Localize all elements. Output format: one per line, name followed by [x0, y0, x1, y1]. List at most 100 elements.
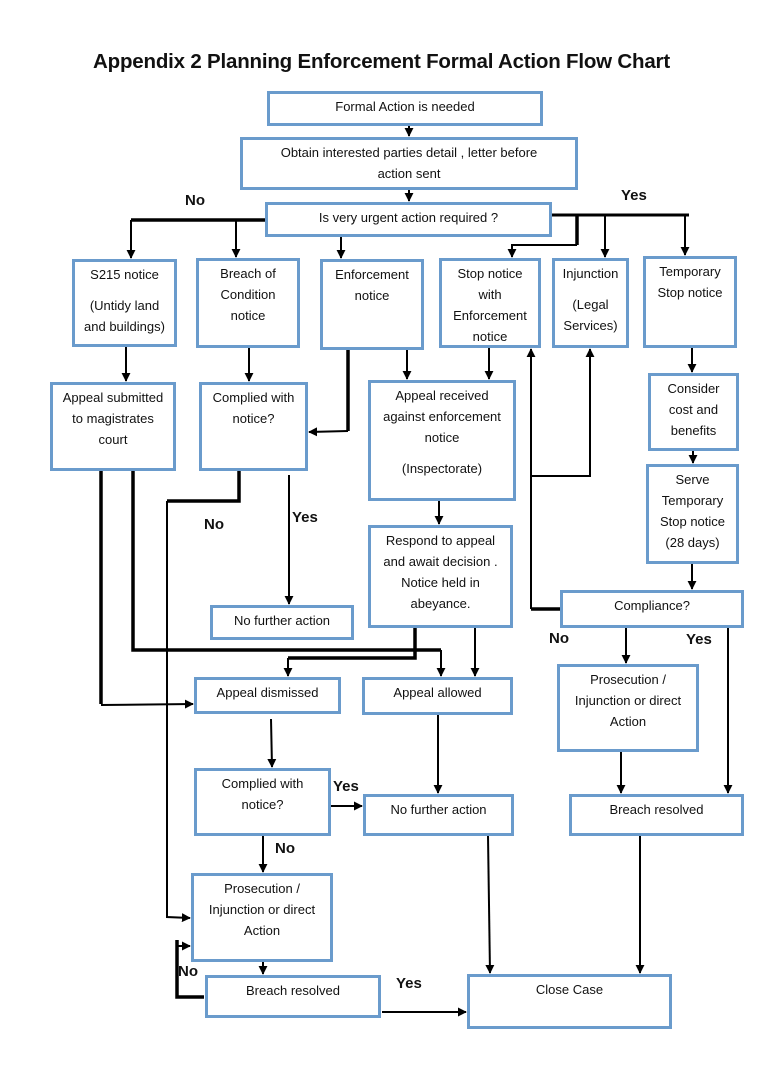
- node-text-line: Enforcement: [335, 267, 409, 282]
- node-text-line: Action: [609, 714, 647, 729]
- node-stop-notice: Stop notice with Enforcement notice: [439, 258, 541, 348]
- node-text-line: Appeal dismissed: [216, 685, 319, 700]
- label-compliance-yes: Yes: [686, 631, 712, 648]
- label-breach-yes: Yes: [396, 975, 422, 992]
- node-temporary-stop: Temporary Stop notice: [643, 256, 737, 348]
- label-complied1-no: No: [204, 516, 224, 533]
- arrow-appeal-mag-to-dismissed: [100, 699, 194, 709]
- node-text-line: No further action: [233, 613, 331, 628]
- label-urgent-no: No: [185, 192, 205, 209]
- node-text-line: Appeal received: [395, 388, 489, 403]
- label-complied1-yes: Yes: [292, 509, 318, 526]
- arrow-dismissed-to-complied2: [267, 718, 277, 768]
- node-no-further-action-2: No further action: [363, 794, 514, 836]
- label-compliance-no: No: [549, 630, 569, 647]
- node-text-line: Stop notice: [457, 266, 523, 281]
- node-text-line: Is very urgent action required ?: [318, 210, 499, 225]
- node-text-line: Action: [243, 923, 281, 938]
- node-text-line: Temporary: [661, 493, 724, 508]
- arrow-enforcement-to-complied1: [308, 427, 349, 437]
- node-text-line: notice?: [232, 411, 275, 426]
- label-urgent-yes: Yes: [621, 187, 647, 204]
- node-appeal-dismissed: Appeal dismissed: [194, 677, 341, 714]
- node-text-line: Injunction or direct: [208, 902, 316, 917]
- node-text-line: notice: [472, 329, 508, 344]
- node-text-line: [371, 448, 513, 458]
- node-text-line: Temporary: [659, 264, 721, 279]
- node-text-line: Compliance?: [614, 598, 690, 613]
- arrow-nfa2-to-close: [485, 835, 495, 974]
- node-text-line: Condition: [220, 287, 276, 302]
- node-text-line: notice?: [241, 797, 284, 812]
- node-text-line: Appeal allowed: [393, 685, 482, 700]
- node-text-line: with: [478, 287, 502, 302]
- node-obtain-parties: Obtain interested parties detail , lette…: [240, 137, 578, 190]
- node-enforcement-notice: Enforcement notice: [320, 259, 424, 350]
- node-text-line: [555, 284, 626, 294]
- node-serve-temp-stop: Serve Temporary Stop notice (28 days): [646, 464, 739, 564]
- node-close-case: Close Case: [467, 974, 672, 1029]
- node-prosecution-left: Prosecution / Injunction or direct Action: [191, 873, 333, 962]
- node-text-line: Prosecution /: [590, 672, 666, 687]
- node-injunction: Injunction (Legal Services): [552, 258, 629, 348]
- arrow-to-stop-notice: [507, 244, 577, 258]
- arrow-to-injunction-up: [531, 348, 595, 477]
- node-text-line: against enforcement: [383, 409, 501, 424]
- node-text-line: Close Case: [535, 982, 604, 997]
- node-s215-notice: S215 notice (Untidy land and buildings): [72, 259, 177, 347]
- node-breach-resolved-left: Breach resolved: [205, 975, 381, 1018]
- node-text-line: Stop notice: [659, 514, 726, 529]
- node-formal-action: Formal Action is needed: [267, 91, 543, 126]
- node-respond-appeal: Respond to appeal and await decision . Not…: [368, 525, 513, 628]
- node-text-line: Breach of: [220, 266, 276, 281]
- node-complied-with-notice-2: Complied with notice?: [194, 768, 331, 836]
- node-prosecution-right: Prosecution / Injunction or direct Action: [557, 664, 699, 752]
- label-complied2-yes: Yes: [333, 778, 359, 795]
- node-text-line: Respond to appeal: [385, 533, 496, 548]
- node-text-line: court: [98, 432, 128, 447]
- arrow-complied1-no-to-prosecution: [166, 501, 191, 923]
- node-text-line: Enforcement: [453, 308, 527, 323]
- node-text-line: and await decision .: [383, 554, 498, 569]
- node-no-further-action-1: No further action: [210, 605, 354, 640]
- node-text-line: cost and: [668, 402, 719, 417]
- node-text-line: to magistrates: [72, 411, 154, 426]
- node-text-line: Notice held in: [401, 575, 480, 590]
- node-compliance: Compliance?: [560, 590, 744, 628]
- node-text-line: Serve: [675, 472, 710, 487]
- node-text-line: S215 notice: [90, 267, 159, 282]
- node-appeal-allowed: Appeal allowed: [362, 677, 513, 715]
- node-breach-resolved-right: Breach resolved: [569, 794, 744, 836]
- node-breach-condition: Breach of Condition notice: [196, 258, 300, 348]
- label-breach-no: No: [178, 963, 198, 980]
- node-appeal-magistrates: Appeal submitted to magistrates court: [50, 382, 176, 471]
- node-text-line: Injunction or direct: [574, 693, 682, 708]
- node-text-line: abeyance.: [410, 596, 471, 611]
- node-text-line: action sent: [377, 166, 441, 181]
- node-text-line: and buildings): [84, 319, 165, 334]
- node-text-line: Prosecution /: [224, 881, 300, 896]
- node-text-line: (28 days): [665, 535, 720, 550]
- node-text-line: Breach resolved: [609, 802, 704, 817]
- node-text-line: Obtain interested parties detail , lette…: [280, 145, 538, 160]
- node-text-line: Complied with: [212, 390, 295, 405]
- node-text-line: Appeal submitted: [62, 390, 164, 405]
- node-text-line: Injunction: [562, 266, 619, 281]
- node-appeal-received: Appeal received against enforcement notice…: [368, 380, 516, 501]
- chart-title: Appendix 2 Planning Enforcement Formal A…: [93, 50, 670, 73]
- node-text-line: Consider: [667, 381, 720, 396]
- node-text-line: (Legal: [572, 297, 609, 312]
- node-text-line: benefits: [670, 423, 717, 438]
- node-consider-cost: Consider cost and benefits: [648, 373, 739, 451]
- node-text-line: No further action: [390, 802, 487, 817]
- node-text-line: Services): [563, 318, 618, 333]
- node-text-line: notice: [424, 430, 460, 445]
- node-text-line: Stop notice: [657, 285, 723, 300]
- node-text-line: notice: [354, 288, 390, 303]
- node-text-line: notice: [230, 308, 266, 323]
- node-text-line: Formal Action is needed: [335, 99, 475, 114]
- node-text-line: Breach resolved: [246, 983, 340, 998]
- node-text-line: [75, 285, 174, 295]
- node-text-line: (Untidy land: [89, 298, 160, 313]
- node-text-line: Complied with: [221, 776, 304, 791]
